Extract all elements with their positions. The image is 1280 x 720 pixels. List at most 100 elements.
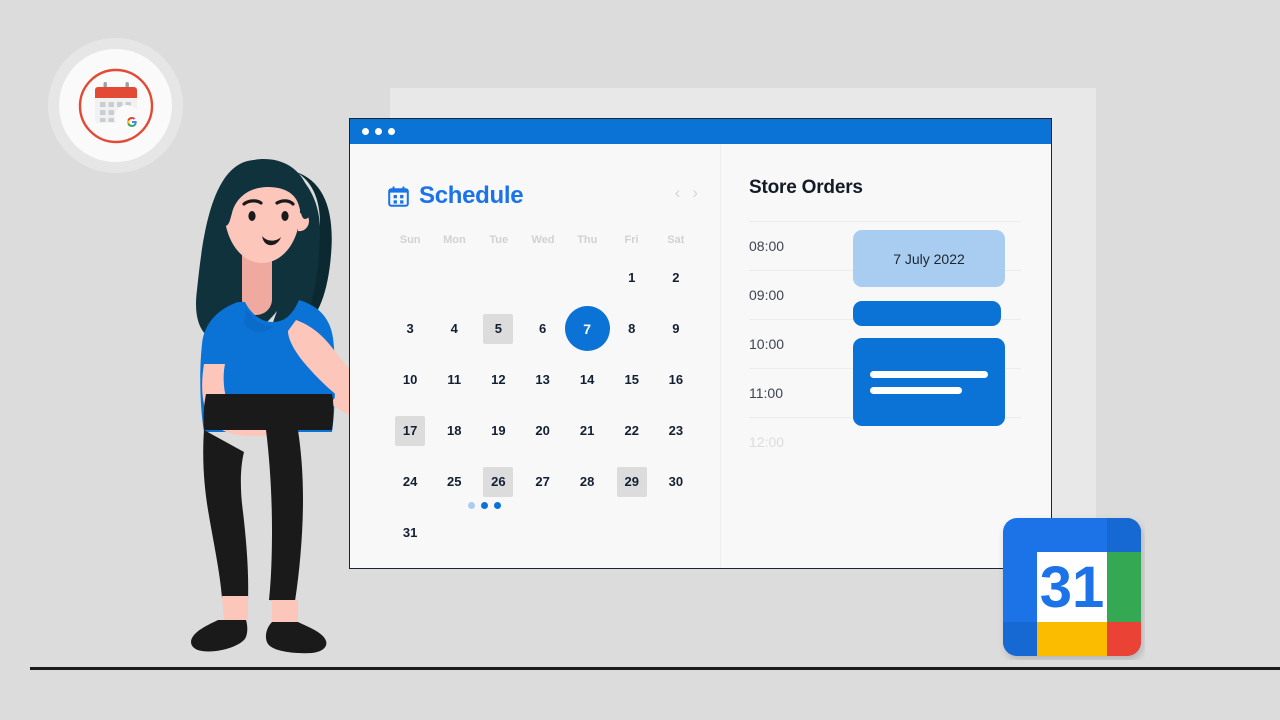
weekday-label-wed: Wed bbox=[531, 234, 555, 246]
calendar-day-label: 24 bbox=[402, 474, 418, 489]
time-label: 10:00 bbox=[749, 336, 785, 352]
calendar-day-label: 2 bbox=[672, 270, 680, 285]
calendar-day-25[interactable]: 25 bbox=[432, 456, 476, 507]
calendar-day-label: 16 bbox=[668, 372, 684, 387]
calendar-day-label: 5 bbox=[483, 313, 514, 344]
calendar-day-27[interactable]: 27 bbox=[521, 456, 565, 507]
next-month-button[interactable]: › bbox=[692, 184, 698, 201]
event-indicator-dots bbox=[468, 502, 501, 509]
calendar-day-1[interactable]: 1 bbox=[610, 252, 654, 303]
calendar-day-7[interactable]: 7 bbox=[564, 303, 610, 354]
calendar-day-20[interactable]: 20 bbox=[521, 405, 565, 456]
time-label: 09:00 bbox=[749, 287, 785, 303]
time-label: 12:00 bbox=[749, 434, 785, 450]
calendar-day-label: 21 bbox=[579, 423, 595, 438]
order-event-line-1 bbox=[870, 370, 988, 378]
google-calendar-classic-icon bbox=[78, 68, 153, 143]
app-window: Schedule ‹ › Sun Mon Tue Wed Thu Fri Sat 12345… bbox=[349, 118, 1052, 569]
ground-line bbox=[30, 667, 1280, 670]
calendar-day-15[interactable]: 15 bbox=[610, 354, 654, 405]
calendar-day-label: 7 bbox=[564, 306, 610, 351]
order-event-date[interactable]: 7 July 2022 bbox=[853, 230, 1005, 287]
calendar-day-12[interactable]: 12 bbox=[476, 354, 520, 405]
calendar-day-label: 9 bbox=[672, 321, 680, 336]
calendar-day-11[interactable]: 11 bbox=[432, 354, 476, 405]
calendar-day-2[interactable]: 2 bbox=[654, 252, 698, 303]
calendar-day-label: 10 bbox=[402, 372, 418, 387]
calendar-day-label: 26 bbox=[483, 466, 514, 497]
calendar-day-grid: 1 2 3 4 5 6 7 8 9 10 11 12 13 14 15 16 17 18 19 20 21 22 23 24 2… bbox=[388, 252, 698, 558]
prev-month-button[interactable]: ‹ bbox=[675, 184, 681, 201]
event-dot-2 bbox=[481, 502, 488, 509]
calendar-day-31[interactable]: 31 bbox=[388, 507, 432, 558]
calendar-day-17[interactable]: 17 bbox=[388, 405, 432, 456]
calendar-day-10[interactable]: 10 bbox=[388, 354, 432, 405]
calendar-day-label: 25 bbox=[447, 474, 462, 489]
calendar-day-label: 23 bbox=[668, 423, 684, 438]
time-label: 08:00 bbox=[749, 238, 785, 254]
calendar-day-label: 8 bbox=[628, 321, 636, 336]
calendar-day-label: 28 bbox=[579, 474, 595, 489]
calendar-day-26[interactable]: 26 bbox=[476, 456, 520, 507]
calendar-day-29[interactable]: 29 bbox=[610, 456, 654, 507]
window-title-bar bbox=[350, 119, 1051, 144]
calendar-day-4[interactable]: 4 bbox=[432, 303, 476, 354]
calendar-day-label: 12 bbox=[491, 372, 506, 387]
gcal-day-number: 31 bbox=[1040, 555, 1105, 620]
calendar-day-8[interactable]: 8 bbox=[610, 303, 654, 354]
calendar-day-21[interactable]: 21 bbox=[565, 405, 610, 456]
window-dot-1[interactable] bbox=[362, 128, 369, 135]
weekday-label-thu: Thu bbox=[577, 234, 598, 246]
calendar-day-label: 30 bbox=[668, 474, 684, 489]
order-event-large[interactable] bbox=[853, 338, 1005, 426]
order-event-small[interactable] bbox=[853, 301, 1001, 326]
calendar-day-label: 14 bbox=[579, 372, 595, 387]
order-event-line-2 bbox=[870, 386, 963, 394]
calendar-day-24[interactable]: 24 bbox=[388, 456, 432, 507]
calendar-day-19[interactable]: 19 bbox=[476, 405, 520, 456]
calendar-day-label: 4 bbox=[450, 321, 458, 336]
window-dot-3[interactable] bbox=[388, 128, 395, 135]
store-orders-pane: Store Orders 08:00 09:00 10:00 11:00 12:00 7… bbox=[721, 144, 1051, 568]
calendar-day-label: 29 bbox=[616, 466, 647, 497]
schedule-pane: Schedule ‹ › Sun Mon Tue Wed Thu Fri Sat 12345… bbox=[350, 144, 721, 568]
schedule-header: Schedule bbox=[388, 182, 698, 210]
calendar-day-9[interactable]: 9 bbox=[654, 303, 698, 354]
weekday-label-sun: Sun bbox=[399, 234, 421, 246]
page-title: Schedule bbox=[419, 182, 524, 209]
calendar-day-30[interactable]: 30 bbox=[654, 456, 698, 507]
weekday-label-mon: Mon bbox=[443, 234, 466, 246]
calendar-day-23[interactable]: 23 bbox=[654, 405, 698, 456]
window-body: Schedule ‹ › Sun Mon Tue Wed Thu Fri Sat 12345… bbox=[350, 144, 1051, 568]
event-dot-1 bbox=[468, 502, 475, 509]
event-dot-3 bbox=[494, 502, 501, 509]
calendar-day-label: 19 bbox=[491, 423, 506, 438]
google-calendar-icon: 31 bbox=[1003, 518, 1141, 656]
calendar-nav: ‹ › bbox=[675, 184, 698, 201]
calendar-day-18[interactable]: 18 bbox=[432, 405, 476, 456]
weekday-label-tue: Tue bbox=[489, 234, 509, 246]
calendar-icon bbox=[388, 185, 409, 207]
calendar-day-label: 20 bbox=[535, 423, 550, 438]
weekday-label-fri: Fri bbox=[624, 234, 639, 246]
calendar-day-3[interactable]: 3 bbox=[388, 303, 432, 354]
weekday-header-row: Sun Mon Tue Wed Thu Fri Sat bbox=[388, 234, 698, 246]
calendar-day-label: 3 bbox=[406, 321, 414, 336]
window-dot-2[interactable] bbox=[375, 128, 382, 135]
calendar-day-13[interactable]: 13 bbox=[521, 354, 565, 405]
calendar-day-label: 15 bbox=[624, 372, 639, 387]
calendar-day-label: 22 bbox=[624, 423, 639, 438]
calendar-day-label: 27 bbox=[535, 474, 550, 489]
time-label: 11:00 bbox=[749, 385, 783, 401]
calendar-day-6[interactable]: 6 bbox=[521, 303, 565, 354]
calendar-day-22[interactable]: 22 bbox=[610, 405, 654, 456]
calendar-day-label: 18 bbox=[447, 423, 462, 438]
logo-badge-inner bbox=[59, 49, 172, 162]
calendar-day-16[interactable]: 16 bbox=[654, 354, 698, 405]
calendar-day-14[interactable]: 14 bbox=[565, 354, 610, 405]
calendar-day-label: 1 bbox=[628, 270, 636, 285]
calendar-day-28[interactable]: 28 bbox=[565, 456, 610, 507]
store-orders-title: Store Orders bbox=[749, 177, 863, 198]
calendar-day-label: 31 bbox=[402, 525, 418, 540]
calendar-day-5[interactable]: 5 bbox=[476, 303, 520, 354]
